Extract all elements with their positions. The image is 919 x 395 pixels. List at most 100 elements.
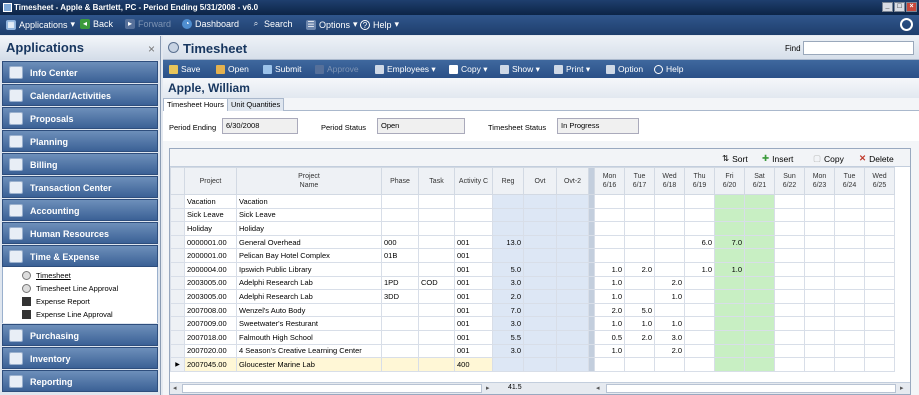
horizontal-scrollbar[interactable]: ◂ ▸ 41.5 ◂ ▸ [170,382,910,394]
table-cell[interactable] [744,275,775,291]
table-cell[interactable] [834,316,865,331]
table-cell[interactable]: 1PD [381,275,419,291]
table-cell[interactable] [774,343,805,359]
row-selector[interactable] [170,207,185,223]
table-cell[interactable]: Gloucester Marine Lab [236,357,382,372]
table-cell[interactable] [804,316,835,331]
table-cell[interactable] [804,302,835,318]
table-cell[interactable] [774,357,805,372]
table-row[interactable]: Sick Leave Sick Leave [170,207,895,223]
row-selector[interactable] [170,221,185,236]
table-cell[interactable] [834,207,865,223]
table-cell[interactable]: Vacation [236,194,382,209]
table-cell[interactable] [684,194,715,209]
table-cell[interactable]: 400 [454,357,493,372]
table-cell[interactable] [684,248,715,263]
column-header[interactable]: Ovt [523,167,557,195]
table-cell[interactable] [684,302,715,318]
table-cell[interactable] [556,221,589,236]
column-header[interactable]: Sun 6/22 [774,167,805,195]
table-cell[interactable] [774,316,805,331]
table-cell[interactable] [864,302,895,318]
table-cell[interactable]: 2007008.00 [184,302,237,318]
table-cell[interactable]: 2.0 [492,289,524,304]
table-cell[interactable] [523,275,557,291]
table-cell[interactable] [418,234,455,250]
table-cell[interactable] [556,248,589,263]
maximize-button[interactable]: □ [894,2,905,12]
table-cell[interactable] [418,316,455,331]
table-row[interactable]: Holiday Holiday [170,221,895,236]
table-cell[interactable]: 1.0 [594,316,625,331]
table-cell[interactable] [834,275,865,291]
table-cell[interactable] [523,289,557,304]
table-cell[interactable] [864,289,895,304]
table-cell[interactable] [624,194,655,209]
table-cell[interactable]: 2.0 [624,329,655,345]
row-selector[interactable] [170,234,185,250]
table-cell[interactable]: 000 [381,234,419,250]
column-header[interactable]: Tue 6/17 [624,167,655,195]
table-cell[interactable]: 01B [381,248,419,263]
period-ending-field[interactable]: 6/30/2008 [222,118,298,134]
table-cell[interactable] [774,194,805,209]
table-cell[interactable]: 1.0 [714,261,745,277]
table-cell[interactable]: 1.0 [594,343,625,359]
table-cell[interactable]: 3.0 [492,343,524,359]
table-cell[interactable]: 2007020.00 [184,343,237,359]
table-cell[interactable]: Holiday [184,221,237,236]
table-cell[interactable] [454,207,493,223]
table-cell[interactable] [744,207,775,223]
table-cell[interactable] [418,261,455,277]
table-cell[interactable] [594,357,625,372]
table-cell[interactable]: 1.0 [594,261,625,277]
column-header[interactable]: Activity C [454,167,493,195]
table-cell[interactable]: 3.0 [492,316,524,331]
table-cell[interactable] [834,329,865,345]
table-cell[interactable]: 1.0 [594,275,625,291]
back-button[interactable]: ◂ Back [80,19,113,29]
table-cell[interactable] [834,343,865,359]
table-cell[interactable] [556,207,589,223]
table-cell[interactable] [556,357,589,372]
table-cell[interactable]: 2.0 [594,302,625,318]
table-cell[interactable]: Adelphi Research Lab [236,275,382,291]
column-header[interactable]: Reg [492,167,524,195]
table-cell[interactable] [834,302,865,318]
table-cell[interactable] [624,221,655,236]
scroll-thumb-left[interactable] [182,384,482,393]
sidebar-item-inventory[interactable]: Inventory [2,347,158,369]
table-cell[interactable] [381,343,419,359]
table-cell[interactable] [744,302,775,318]
table-cell[interactable] [556,261,589,277]
table-cell[interactable] [684,329,715,345]
power-icon[interactable] [900,18,913,31]
tab-timesheet-hours[interactable]: Timesheet Hours [163,98,228,111]
submenu-item-timesheet[interactable]: Timesheet [3,269,157,282]
table-cell[interactable] [744,316,775,331]
options-menu[interactable]: ☰ Options ▾ [306,19,358,30]
table-cell[interactable]: COD [418,275,455,291]
table-cell[interactable] [381,194,419,209]
table-cell[interactable] [684,275,715,291]
row-selector[interactable] [170,261,185,277]
table-cell[interactable]: Pelican Bay Hotel Complex [236,248,382,263]
table-cell[interactable]: 001 [454,329,493,345]
table-cell[interactable] [454,194,493,209]
table-cell[interactable] [774,275,805,291]
close-icon[interactable]: × [148,37,155,61]
table-cell[interactable] [864,329,895,345]
table-cell[interactable] [714,302,745,318]
sidebar-item-billing[interactable]: Billing [2,153,158,175]
table-cell[interactable]: Sick Leave [184,207,237,223]
table-cell[interactable] [624,289,655,304]
table-cell[interactable] [684,289,715,304]
table-cell[interactable] [774,221,805,236]
table-cell[interactable] [624,357,655,372]
table-cell[interactable] [744,261,775,277]
row-selector[interactable] [170,194,185,209]
table-cell[interactable] [594,194,625,209]
option-button[interactable]: Option [606,64,643,74]
table-cell[interactable]: 001 [454,302,493,318]
table-cell[interactable] [523,343,557,359]
